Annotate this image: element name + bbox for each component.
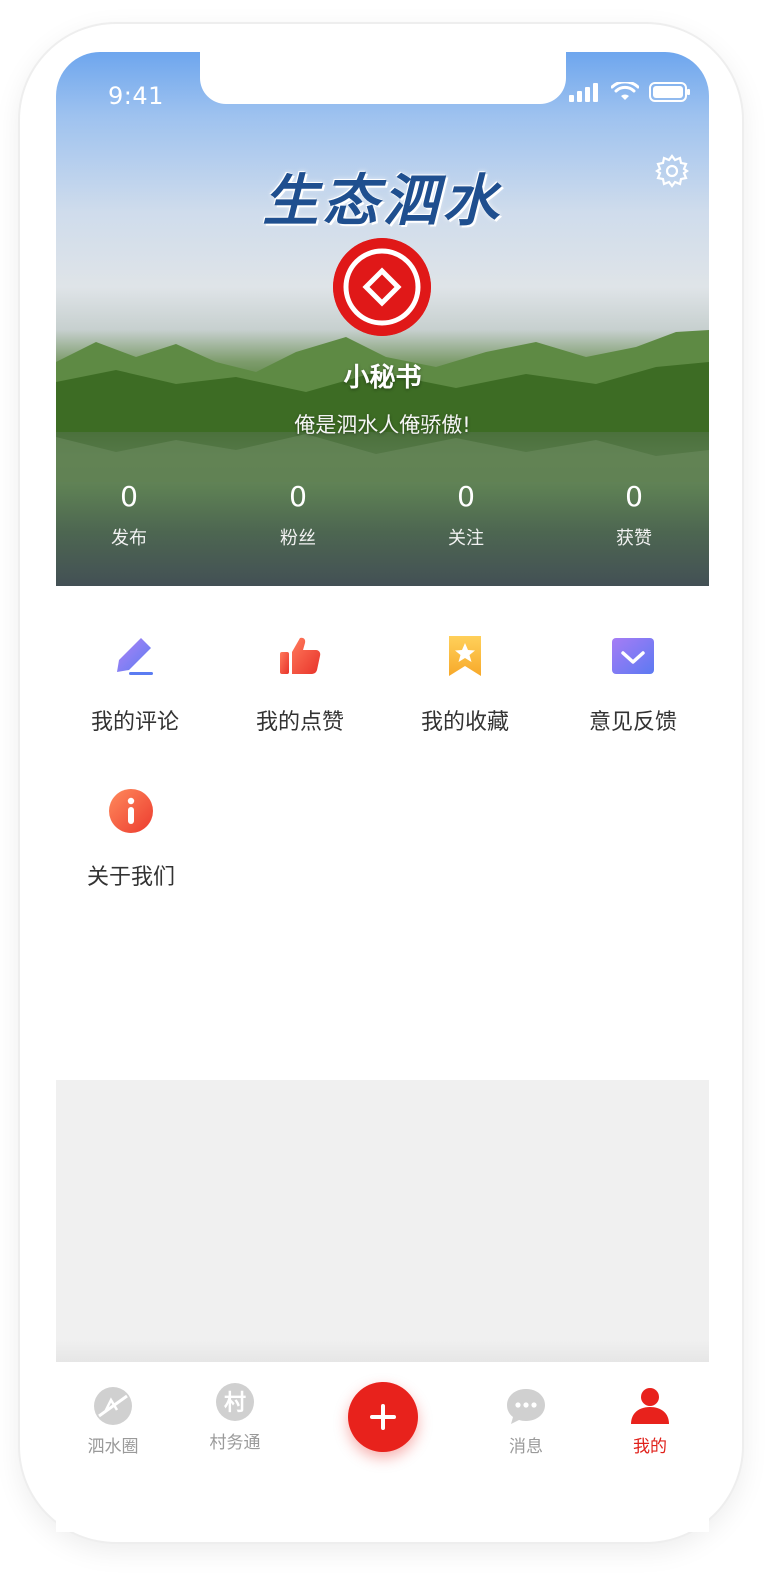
user-bio: 俺是泗水人俺骄傲!: [294, 413, 471, 437]
menu-label: 关于我们: [86, 865, 175, 890]
signal-icon: [569, 83, 598, 102]
status-icons: [569, 82, 691, 102]
add-post-button[interactable]: [348, 1382, 418, 1452]
tab-village-affairs[interactable]: 村 村务通: [180, 1383, 290, 1453]
menu-item-my-likes[interactable]: 我的点赞: [225, 632, 375, 736]
username: 小秘书: [343, 363, 422, 393]
status-time: 9:41: [108, 82, 164, 110]
empty-content-area: [56, 1080, 709, 1362]
bookmark-star-icon: [449, 636, 481, 676]
menu-label: 我的评论: [90, 710, 179, 735]
stat-posts[interactable]: 0 发布: [69, 480, 189, 550]
info-icon: [109, 789, 153, 833]
stats-row: 0 发布 0 粉丝 0 关注 0 获赞: [56, 480, 709, 560]
stat-value: 0: [457, 480, 475, 513]
avatar[interactable]: [333, 238, 431, 336]
stat-label: 粉丝: [280, 528, 316, 549]
menu-label: 意见反馈: [588, 710, 677, 735]
profile-header: 9:41 生态泗水 小秘书 俺是泗水人俺骄傲! 0 发布 0 粉丝 0 关注 0…: [56, 52, 709, 586]
app-logo-title: 生态泗水: [262, 168, 503, 234]
feedback-icon: [612, 638, 654, 674]
stat-value: 0: [289, 480, 307, 513]
thumbs-up-icon: [280, 637, 321, 674]
tab-label: 村务通: [209, 1433, 261, 1453]
user-icon: [631, 1388, 669, 1424]
chat-bubble-icon: [507, 1389, 545, 1424]
menu-label: 我的收藏: [420, 710, 509, 735]
svg-text:村: 村: [224, 1391, 246, 1416]
circle-icon: [94, 1387, 132, 1425]
menu-item-about-us[interactable]: 关于我们: [56, 787, 206, 891]
tab-label: 泗水圈: [87, 1437, 139, 1457]
stat-value: 0: [625, 480, 643, 513]
wifi-icon: [611, 82, 639, 100]
pencil-icon: [117, 638, 153, 675]
stat-label: 发布: [111, 528, 147, 549]
tab-label: 消息: [509, 1437, 543, 1457]
tab-label: 我的: [633, 1437, 667, 1457]
stat-fans[interactable]: 0 粉丝: [238, 480, 358, 550]
stat-likes-received[interactable]: 0 获赞: [574, 480, 694, 550]
menu-item-feedback[interactable]: 意见反馈: [558, 632, 708, 736]
screen: 9:41 生态泗水 小秘书 俺是泗水人俺骄傲! 0 发布 0 粉丝 0 关注 0…: [56, 52, 709, 1532]
tab-mine[interactable]: 我的: [595, 1384, 705, 1457]
stat-following[interactable]: 0 关注: [406, 480, 526, 550]
stat-label: 获赞: [616, 528, 652, 549]
plus-icon: [370, 1404, 396, 1430]
mountain-landscape: [56, 330, 709, 482]
battery-icon: [649, 82, 690, 102]
tab-messages[interactable]: 消息: [471, 1384, 581, 1457]
notch: [200, 52, 566, 104]
stat-label: 关注: [448, 528, 484, 549]
stat-value: 0: [120, 480, 138, 513]
village-icon: 村: [216, 1383, 254, 1421]
bottom-tab-bar: 泗水圈 村 村务通 消息 我的: [56, 1362, 709, 1532]
menu-label: 我的点赞: [255, 710, 344, 735]
menu-item-my-favorites[interactable]: 我的收藏: [390, 632, 540, 736]
menu-item-my-comments[interactable]: 我的评论: [60, 632, 210, 736]
tab-sishui-circle[interactable]: 泗水圈: [58, 1384, 168, 1457]
